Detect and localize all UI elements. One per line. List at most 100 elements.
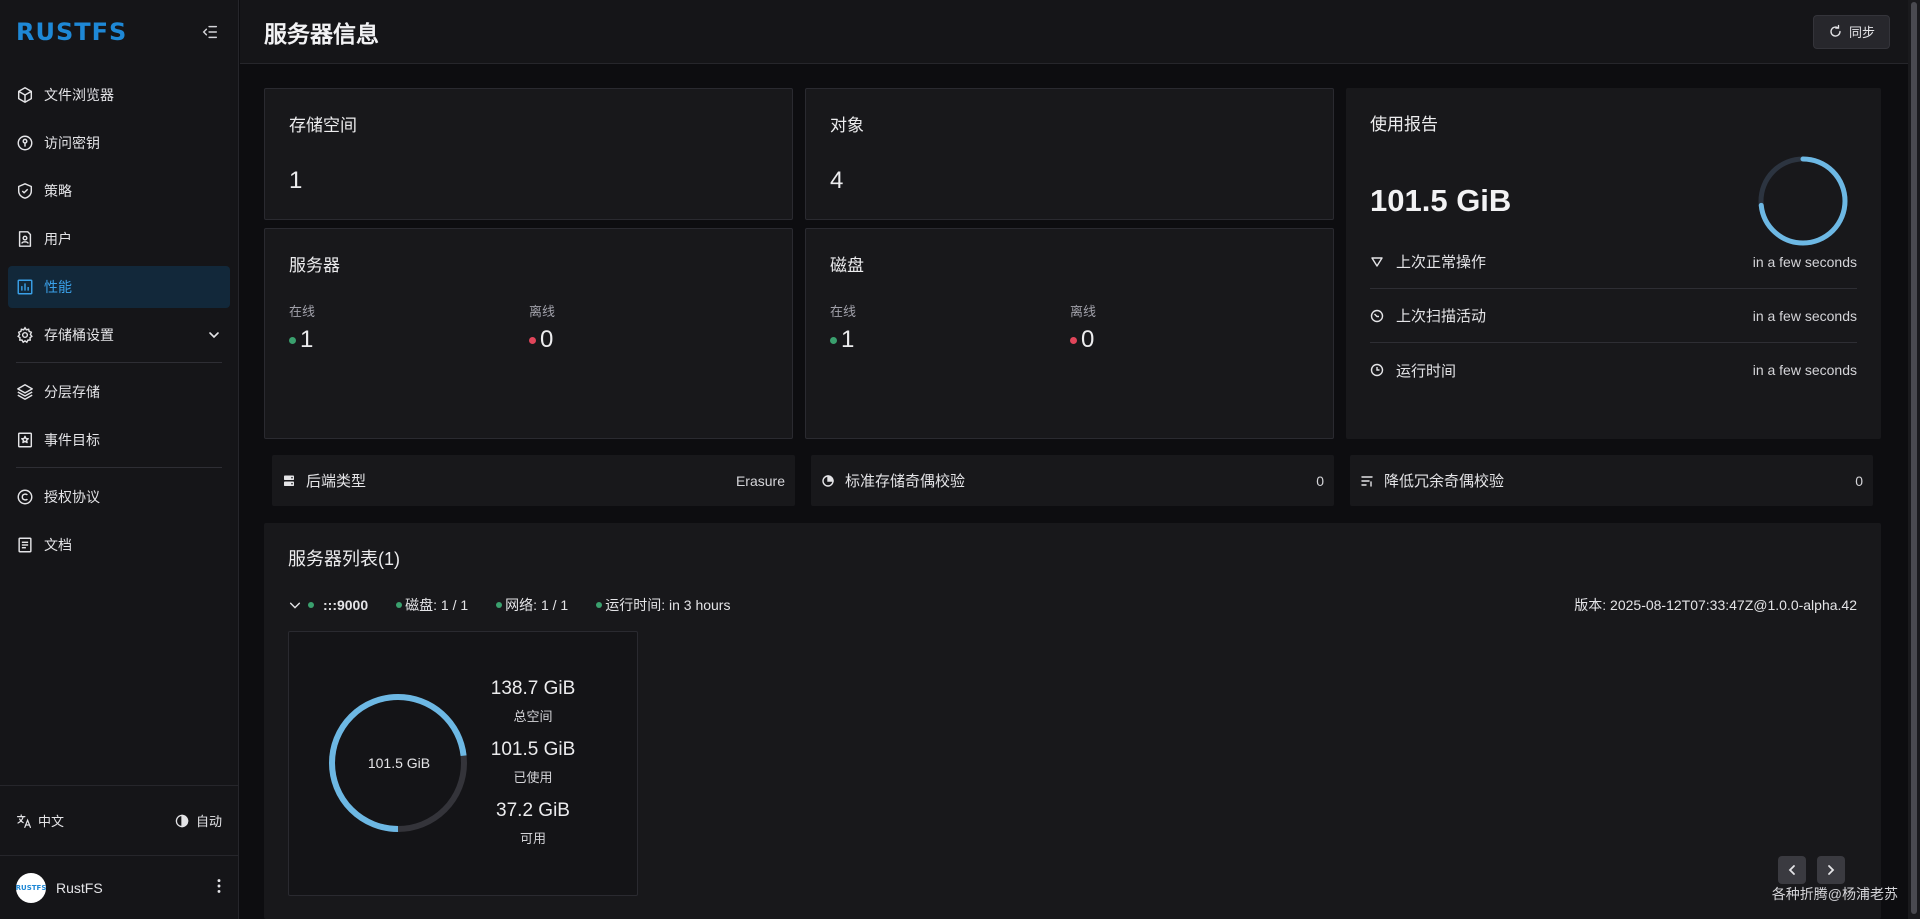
server-network: 网络: 1 / 1 [496, 595, 568, 615]
reduced-parity-value: 0 [1855, 472, 1863, 489]
server-list-title: 服务器列表(1) [288, 549, 400, 569]
server-disks: 磁盘: 1 / 1 [396, 595, 468, 615]
sidebar-item-label: 访问密钥 [44, 135, 100, 151]
usage-report-card: 使用报告 101.5 GiB 上次正常操作 in a few seconds 上… [1346, 88, 1881, 439]
theme-switch[interactable]: 自动 [174, 811, 222, 830]
sidebar-item-policies[interactable]: 策略 [8, 170, 230, 212]
offline-dot [1070, 336, 1077, 344]
standard-parity-label: 标准存储奇偶校验 [845, 473, 966, 490]
usage-value: 101.5 GiB [1370, 183, 1512, 218]
list-filter-icon [1361, 475, 1373, 487]
sidebar-footer: 中文 自动 RUSTFS RustFS [0, 785, 238, 919]
usage-row-label: 上次正常操作 [1396, 254, 1487, 271]
cube-icon [17, 87, 33, 103]
sidebar-item-file-browser[interactable]: 文件浏览器 [8, 74, 230, 116]
standard-parity-strip: 标准存储奇偶校验 0 [811, 455, 1334, 506]
page-scrollbar[interactable] [1908, 0, 1920, 919]
user-name: RustFS [56, 879, 103, 896]
sidebar-item-bucket-settings[interactable]: 存储桶设置 [8, 314, 230, 356]
document-icon [18, 537, 32, 553]
servers-card: 服务器 在线 1 离线 0 [264, 228, 793, 439]
clock-icon [1370, 363, 1384, 377]
usage-row-value: in a few seconds [1752, 253, 1857, 270]
reduced-parity-strip: 降低冗余奇偶校验 0 [1350, 455, 1873, 506]
sidebar-item-tiering[interactable]: 分层存储 [8, 371, 230, 413]
storage-card: 存储空间 1 [264, 88, 793, 220]
preferences-row: 中文 自动 [0, 785, 238, 855]
page-title: 服务器信息 [264, 20, 379, 47]
disk-used-label: 已使用 [513, 770, 553, 785]
server-version: 版本: 2025-08-12T07:33:47Z@1.0.0-alpha.42 [1574, 597, 1857, 613]
app-logo[interactable]: RUSTFS [16, 18, 127, 46]
disk-free-value: 37.2 GiB [496, 800, 570, 821]
standard-parity-value: 0 [1316, 472, 1324, 489]
server-list-section: 服务器列表(1) :::9000 磁盘: 1 / 1 网络: 1 / 1 运行时… [264, 523, 1881, 919]
sidebar-item-label: 事件目标 [44, 432, 100, 448]
offline-label: 离线 [529, 304, 556, 319]
sidebar-item-docs[interactable]: 文档 [8, 524, 230, 566]
page-header: 服务器信息 同步 [240, 0, 1920, 64]
chevron-right-icon [1828, 865, 1835, 875]
card-title: 存储空间 [289, 116, 357, 135]
sidebar-item-label: 存储桶设置 [44, 327, 114, 343]
disk-ring-label: 101.5 GiB [367, 755, 431, 771]
sidebar-item-event-targets[interactable]: 事件目标 [8, 419, 230, 461]
sidebar-item-users[interactable]: 用户 [8, 218, 230, 260]
objects-count: 4 [830, 167, 844, 194]
usage-row-uptime: 运行时间 in a few seconds [1370, 343, 1857, 397]
more-vertical-icon[interactable] [216, 877, 222, 898]
gear-icon [17, 326, 33, 344]
usage-row-label: 上次扫描活动 [1396, 308, 1487, 325]
status-dot [396, 602, 403, 608]
storage-count: 1 [289, 167, 303, 194]
card-title: 对象 [830, 116, 864, 135]
disk-card: 101.5 GiB 138.7 GiB 总空间 101.5 GiB 已使用 37… [288, 631, 638, 896]
server-host-label: :::9000 [323, 597, 369, 613]
next-page-button[interactable] [1817, 856, 1845, 884]
sidebar-item-label: 文件浏览器 [44, 87, 114, 103]
reduced-parity-label: 降低冗余奇偶校验 [1384, 473, 1505, 490]
pie-icon [822, 474, 834, 487]
disks-card: 磁盘 在线 1 离线 0 [805, 228, 1334, 439]
server-host: :::9000 [308, 597, 368, 613]
card-title: 磁盘 [830, 256, 864, 275]
layers-icon [17, 384, 33, 400]
status-dot [308, 602, 314, 608]
server-disks-label: 磁盘: 1 / 1 [405, 597, 469, 613]
sync-button[interactable]: 同步 [1812, 14, 1890, 49]
disk-stats: 138.7 GiB 总空间 101.5 GiB 已使用 37.2 GiB 可用 [473, 678, 593, 861]
sidebar-item-label: 授权协议 [44, 489, 100, 505]
sidebar-item-label: 性能 [44, 279, 72, 295]
sidebar-item-label: 分层存储 [44, 384, 100, 400]
online-label: 在线 [830, 304, 857, 319]
chevron-down-icon[interactable] [206, 327, 222, 343]
status-dot [496, 602, 503, 608]
refresh-icon [1830, 24, 1841, 37]
disk-total-label: 总空间 [513, 709, 553, 724]
disks-online-count: 1 [830, 326, 854, 354]
disk-total-value: 138.7 GiB [490, 678, 576, 699]
server-network-label: 网络: 1 / 1 [505, 597, 569, 613]
collapse-sidebar-icon[interactable] [198, 20, 222, 44]
language-switch[interactable]: 中文 [16, 811, 64, 830]
backend-type-label: 后端类型 [306, 473, 367, 490]
avatar[interactable]: RUSTFS [16, 872, 46, 903]
offline-value: 0 [1081, 326, 1095, 353]
sidebar-item-access-keys[interactable]: 访问密钥 [8, 122, 230, 164]
logo-row: RUSTFS [0, 0, 238, 64]
usage-row-last-operation: 上次正常操作 in a few seconds [1370, 235, 1857, 289]
sidebar-divider [16, 467, 222, 468]
theme-label: 自动 [195, 814, 222, 829]
server-icon [284, 475, 294, 486]
status-dot [596, 602, 603, 608]
sidebar-item-license[interactable]: 授权协议 [8, 476, 230, 518]
sidebar-item-label: 文档 [44, 537, 72, 553]
scrollbar-thumb[interactable] [1911, 2, 1917, 914]
sidebar-item-performance[interactable]: 性能 [8, 266, 230, 308]
server-row[interactable]: :::9000 磁盘: 1 / 1 网络: 1 / 1 运行时间: in 3 h… [288, 593, 1857, 617]
prev-page-button[interactable] [1778, 856, 1806, 884]
scan-clock-icon [1370, 309, 1384, 322]
sidebar-item-label: 用户 [44, 231, 72, 247]
sidebar-nav: 文件浏览器 访问密钥 策略 用户 性能 存储桶设置 分层存储 事件目标 授权协议… [0, 64, 238, 566]
chevron-down-icon[interactable] [288, 598, 302, 612]
